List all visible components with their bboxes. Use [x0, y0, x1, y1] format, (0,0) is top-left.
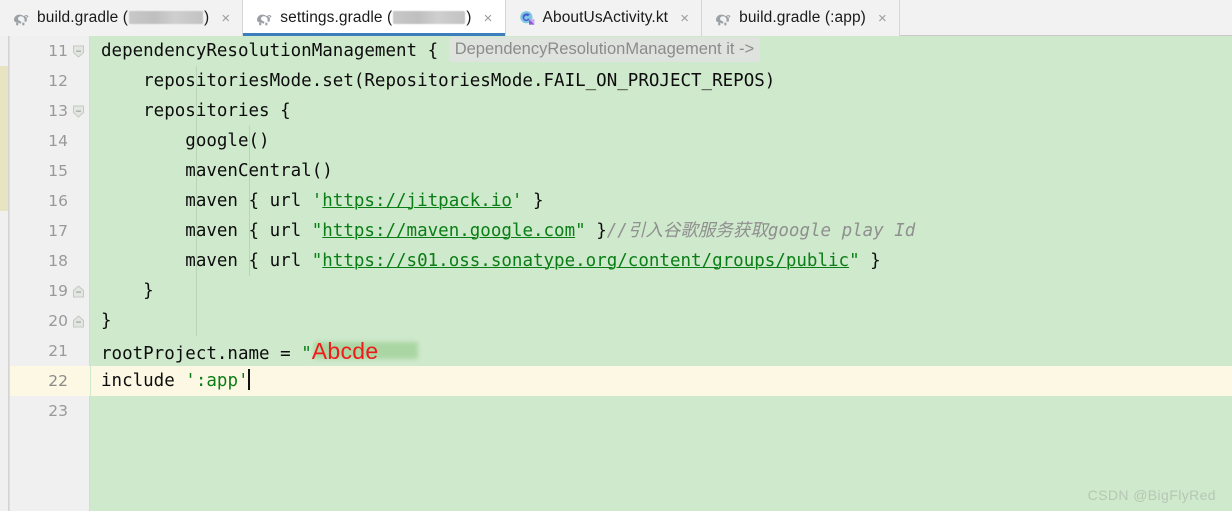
tab-build-gradle-app[interactable]: build.gradle (:app) ×: [702, 0, 900, 36]
code-text: mavenCentral(): [101, 161, 333, 181]
tab-settings-gradle[interactable]: settings.gradle () ×: [243, 0, 506, 36]
watermark: CSDN @BigFlyRed: [1087, 487, 1216, 503]
kotlin-icon: [519, 10, 536, 26]
editor-tab-bar: build.gradle () × settings.gradle () × A…: [0, 0, 1232, 36]
url-link[interactable]: https://s01.oss.sonatype.org/content/gro…: [322, 251, 849, 271]
code-line[interactable]: repositories {: [91, 96, 1232, 126]
gutter-line-current: 22: [10, 366, 90, 396]
code-text: google(): [101, 131, 270, 151]
gradle-icon: [715, 11, 732, 26]
fold-marker-icon[interactable]: [72, 45, 85, 58]
line-number: 12: [48, 72, 68, 90]
inlay-parameter-hint: DependencyResolutionManagement it ->: [448, 37, 761, 62]
line-number: 13: [48, 102, 68, 120]
code-line[interactable]: rootProject.name = "Abcde": [91, 336, 1232, 366]
code-text: dependencyResolutionManagement {: [101, 41, 439, 61]
gutter-line: 18: [10, 246, 90, 276]
code-line[interactable]: maven { url 'https://jitpack.io' }: [91, 186, 1232, 216]
gradle-icon: [13, 11, 30, 26]
text-caret: [247, 369, 250, 390]
line-number: 20: [48, 312, 68, 330]
url-link[interactable]: https://maven.google.com: [322, 221, 575, 241]
code-line[interactable]: maven { url "https://maven.google.com" }…: [91, 216, 1232, 246]
close-icon[interactable]: ×: [481, 11, 496, 26]
line-number: 19: [48, 282, 68, 300]
fold-marker-icon[interactable]: [72, 285, 85, 298]
code-surface[interactable]: dependencyResolutionManagement { Depende…: [91, 36, 1232, 511]
line-number: 21: [48, 342, 68, 360]
code-text: }: [101, 281, 154, 301]
line-number: 16: [48, 192, 68, 210]
line-number: 23: [48, 402, 68, 420]
gutter-line: 23: [10, 396, 90, 426]
tab-label: build.gradle (:app): [739, 9, 866, 26]
code-line[interactable]: google(): [91, 126, 1232, 156]
gutter-line: 21: [10, 336, 90, 366]
tab-aboutusactivity-kt[interactable]: AboutUsActivity.kt ×: [505, 0, 703, 36]
gutter-line: 17: [10, 216, 90, 246]
code-text: repositories {: [101, 101, 291, 121]
redacted-block: [393, 11, 466, 25]
code-text: }: [101, 311, 112, 331]
line-number: 14: [48, 132, 68, 150]
redacted-block: [129, 11, 204, 25]
close-icon[interactable]: ×: [218, 11, 233, 26]
close-icon[interactable]: ×: [875, 11, 890, 26]
line-number: 22: [48, 372, 68, 390]
code-line[interactable]: [91, 396, 1232, 426]
code-line[interactable]: mavenCentral(): [91, 156, 1232, 186]
code-text: repositoriesMode.set(RepositoriesMode.FA…: [101, 71, 776, 91]
tab-build-gradle-root[interactable]: build.gradle () ×: [0, 0, 244, 36]
code-line[interactable]: }: [91, 306, 1232, 336]
fold-marker-icon[interactable]: [72, 105, 85, 118]
line-number: 11: [48, 42, 68, 60]
tab-label: build.gradle (): [37, 9, 210, 26]
modified-lines-marker: [0, 66, 8, 211]
gutter-line: 15: [10, 156, 90, 186]
line-number-gutter[interactable]: 11 12 13 14 15 16 17 18 19 20 21 22 23: [10, 36, 90, 511]
line-number: 15: [48, 162, 68, 180]
code-comment: //引入谷歌服务获取google play Id: [606, 221, 916, 241]
close-icon[interactable]: ×: [677, 11, 692, 26]
url-link[interactable]: https://jitpack.io: [322, 191, 512, 211]
line-number: 17: [48, 222, 68, 240]
code-line[interactable]: }: [91, 276, 1232, 306]
tab-label: settings.gradle (): [280, 9, 472, 26]
gutter-line: 16: [10, 186, 90, 216]
annotation-text: Abcde: [311, 338, 379, 364]
gutter-line: 14: [10, 126, 90, 156]
fold-marker-icon[interactable]: [72, 315, 85, 328]
tab-label: AboutUsActivity.kt: [542, 9, 669, 26]
code-editor[interactable]: 11 12 13 14 15 16 17 18 19 20 21 22 23 d…: [0, 36, 1232, 511]
line-number: 18: [48, 252, 68, 270]
project-name-annotation: Abcde: [311, 336, 418, 369]
code-line[interactable]: repositoriesMode.set(RepositoriesMode.FA…: [91, 66, 1232, 96]
code-line[interactable]: dependencyResolutionManagement { Depende…: [91, 36, 1232, 66]
code-line-current[interactable]: include ':app': [91, 366, 1232, 396]
code-string: ':app': [185, 371, 249, 391]
gutter-line: 12: [10, 66, 90, 96]
code-line[interactable]: maven { url "https://s01.oss.sonatype.or…: [91, 246, 1232, 276]
gradle-icon: [256, 11, 273, 26]
modification-strip: [0, 36, 9, 511]
